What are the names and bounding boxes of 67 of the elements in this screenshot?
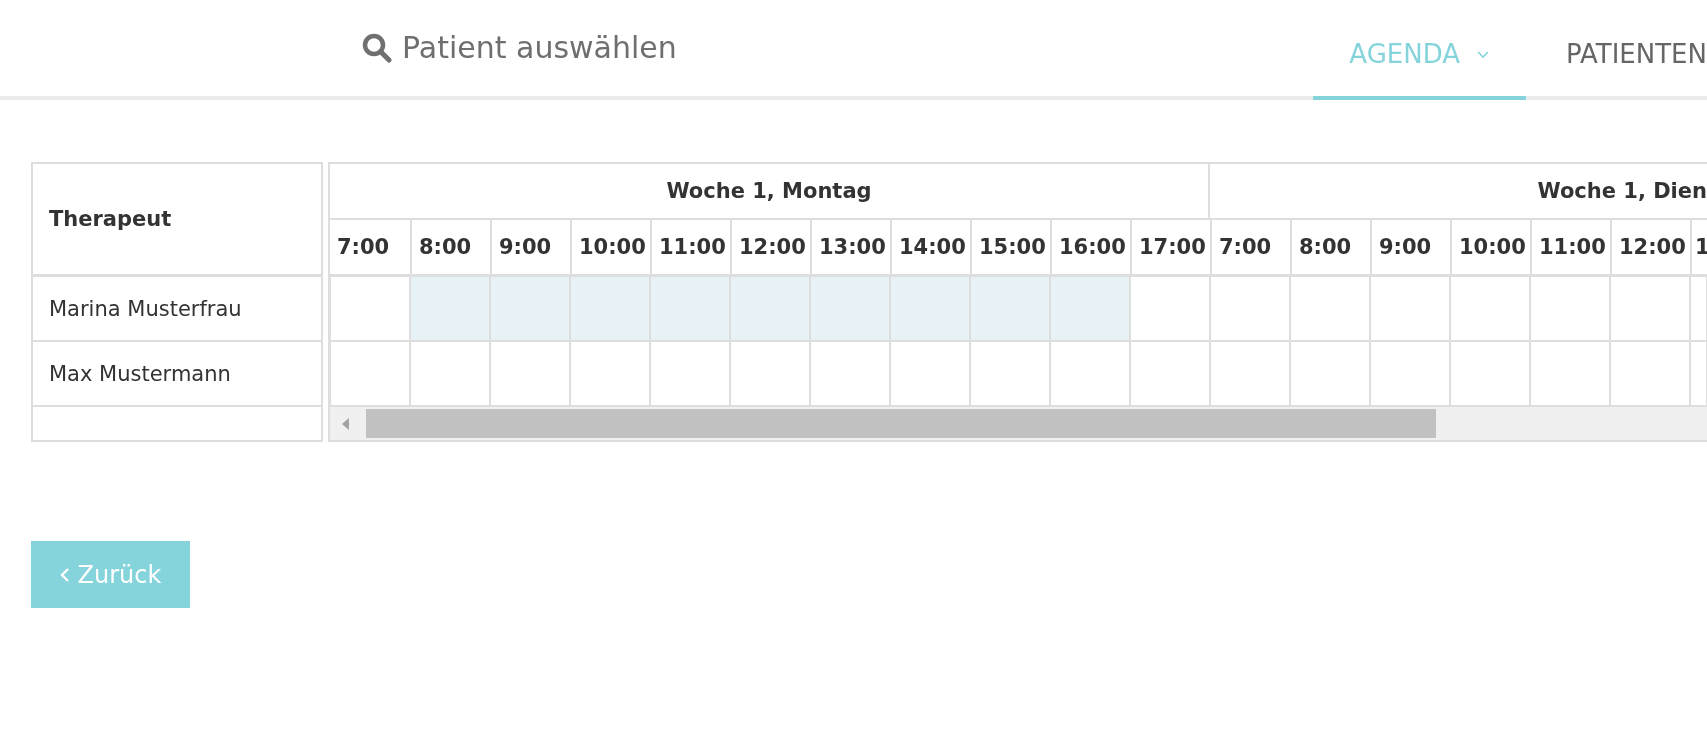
time-slot[interactable] — [570, 342, 650, 405]
scroll-left-icon[interactable] — [342, 417, 350, 430]
hour-header: 12:00 — [730, 220, 810, 274]
hour-header: 11:00 — [650, 220, 730, 274]
day-header: Woche 1, Dien — [1537, 179, 1707, 203]
time-slot[interactable] — [570, 277, 650, 340]
therapist-name: Marina Musterfrau — [49, 296, 242, 321]
column-header: Therapeut — [49, 207, 172, 231]
hour-header: 13:00 — [810, 220, 890, 274]
time-slot[interactable] — [1130, 277, 1210, 340]
time-slot[interactable] — [650, 342, 730, 405]
hour-header: 10:00 — [570, 220, 650, 274]
time-slot[interactable] — [490, 342, 570, 405]
time-slot[interactable] — [330, 342, 410, 405]
hour-header: 11:00 — [1530, 220, 1610, 274]
time-slot[interactable] — [1050, 277, 1130, 340]
time-slot[interactable] — [1210, 277, 1290, 340]
search-field[interactable]: Patient auswählen — [402, 30, 742, 65]
time-slot[interactable] — [1690, 342, 1707, 405]
time-slot[interactable] — [730, 277, 810, 340]
scrollbar-thumb[interactable] — [366, 409, 1436, 438]
search-icon[interactable] — [362, 32, 392, 63]
time-slot[interactable] — [890, 277, 970, 340]
hour-header: 7:00 — [1210, 220, 1290, 274]
time-slot[interactable] — [1290, 342, 1370, 405]
time-slot[interactable] — [1690, 277, 1707, 340]
hour-header: 9:00 — [490, 220, 570, 274]
therapist-name: Max Mustermann — [49, 361, 231, 386]
time-slot[interactable] — [970, 342, 1050, 405]
time-slot[interactable] — [1290, 277, 1370, 340]
day-header: Woche 1, Montag — [666, 179, 872, 203]
time-slot[interactable] — [1210, 342, 1290, 405]
time-slot[interactable] — [1370, 277, 1450, 340]
time-slot[interactable] — [1610, 342, 1690, 405]
hour-header: 14:00 — [890, 220, 970, 274]
hour-header: 8:00 — [410, 220, 490, 274]
back-button[interactable]: Zurück — [31, 541, 190, 608]
hour-header: 16:00 — [1050, 220, 1130, 274]
nav-tab[interactable]: AGENDA — [1313, 0, 1527, 100]
hour-header: 17:00 — [1130, 220, 1210, 274]
scrollbar[interactable] — [330, 407, 1707, 440]
time-slot[interactable] — [730, 342, 810, 405]
time-slot[interactable] — [410, 277, 490, 340]
time-slot[interactable] — [1450, 277, 1530, 340]
time-slot[interactable] — [970, 277, 1050, 340]
time-slot[interactable] — [650, 277, 730, 340]
time-slot[interactable] — [1130, 342, 1210, 405]
time-slot[interactable] — [1530, 342, 1610, 405]
hour-header: 12:00 — [1610, 220, 1690, 274]
time-slot[interactable] — [1050, 342, 1130, 405]
hour-header: 15:00 — [970, 220, 1050, 274]
hour-header: 10:00 — [1450, 220, 1530, 274]
chevron-left-icon — [59, 566, 70, 583]
hour-header: 9:00 — [1370, 220, 1450, 274]
hour-header: 7:00 — [336, 234, 391, 261]
time-slot[interactable] — [810, 277, 890, 340]
time-slot[interactable] — [490, 277, 570, 340]
time-slot[interactable] — [1610, 277, 1690, 340]
time-slot[interactable] — [890, 342, 970, 405]
time-slot[interactable] — [330, 277, 410, 340]
time-slot[interactable] — [1530, 277, 1610, 340]
time-slot[interactable] — [1450, 342, 1530, 405]
time-slot[interactable] — [810, 342, 890, 405]
time-slot[interactable] — [410, 342, 490, 405]
hour-header: 8:00 — [1290, 220, 1370, 274]
nav-tab[interactable]: PATIENTEN — [1526, 0, 1707, 100]
time-slot[interactable] — [1370, 342, 1450, 405]
